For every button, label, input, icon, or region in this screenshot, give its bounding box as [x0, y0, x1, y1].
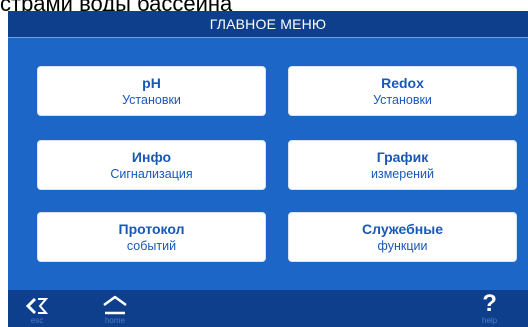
page-title: ГЛАВНОЕ МЕНЮ — [209, 16, 327, 32]
button-subtitle: Установки — [122, 92, 181, 107]
home-icon — [103, 295, 127, 315]
help-label: help — [482, 316, 498, 325]
measurement-graph-button[interactable]: График измерений — [288, 140, 517, 190]
back-arrow-icon — [26, 297, 48, 315]
redox-settings-button[interactable]: Redox Установки — [288, 66, 517, 116]
button-title: Протокол — [118, 220, 185, 237]
button-subtitle: измерений — [370, 166, 435, 181]
service-functions-button[interactable]: Служебные функции — [288, 212, 517, 262]
help-icon: ? — [482, 290, 497, 317]
button-subtitle: Установки — [373, 92, 432, 107]
event-log-button[interactable]: Протокол событий — [37, 212, 266, 262]
button-subtitle: функции — [377, 238, 428, 253]
esc-label: esc — [30, 316, 44, 325]
button-title: Инфо — [131, 148, 172, 165]
info-alarm-button[interactable]: Инфо Сигнализация — [37, 140, 266, 190]
button-subtitle: Сигнализация — [110, 166, 193, 181]
button-title: pH — [142, 74, 161, 91]
ph-settings-button[interactable]: pH Установки — [37, 66, 266, 116]
home-button[interactable]: home — [102, 295, 128, 325]
title-bar: ГЛАВНОЕ МЕНЮ — [8, 11, 528, 38]
help-button[interactable]: ? help — [482, 292, 497, 325]
home-label: home — [104, 316, 125, 325]
bottom-nav-bar: esc home ? help — [8, 290, 528, 327]
button-title: Redox — [381, 74, 424, 91]
controller-screen: ГЛАВНОЕ МЕНЮ pH Установки Redox Установк… — [8, 11, 528, 327]
button-title: Служебные — [362, 220, 443, 237]
esc-button[interactable]: esc — [26, 296, 48, 325]
button-subtitle: событий — [126, 238, 177, 253]
screenshot: стрaми воды бассейна ГЛАВНОЕ МЕНЮ pH Уст… — [0, 0, 528, 327]
button-title: График — [376, 148, 429, 165]
